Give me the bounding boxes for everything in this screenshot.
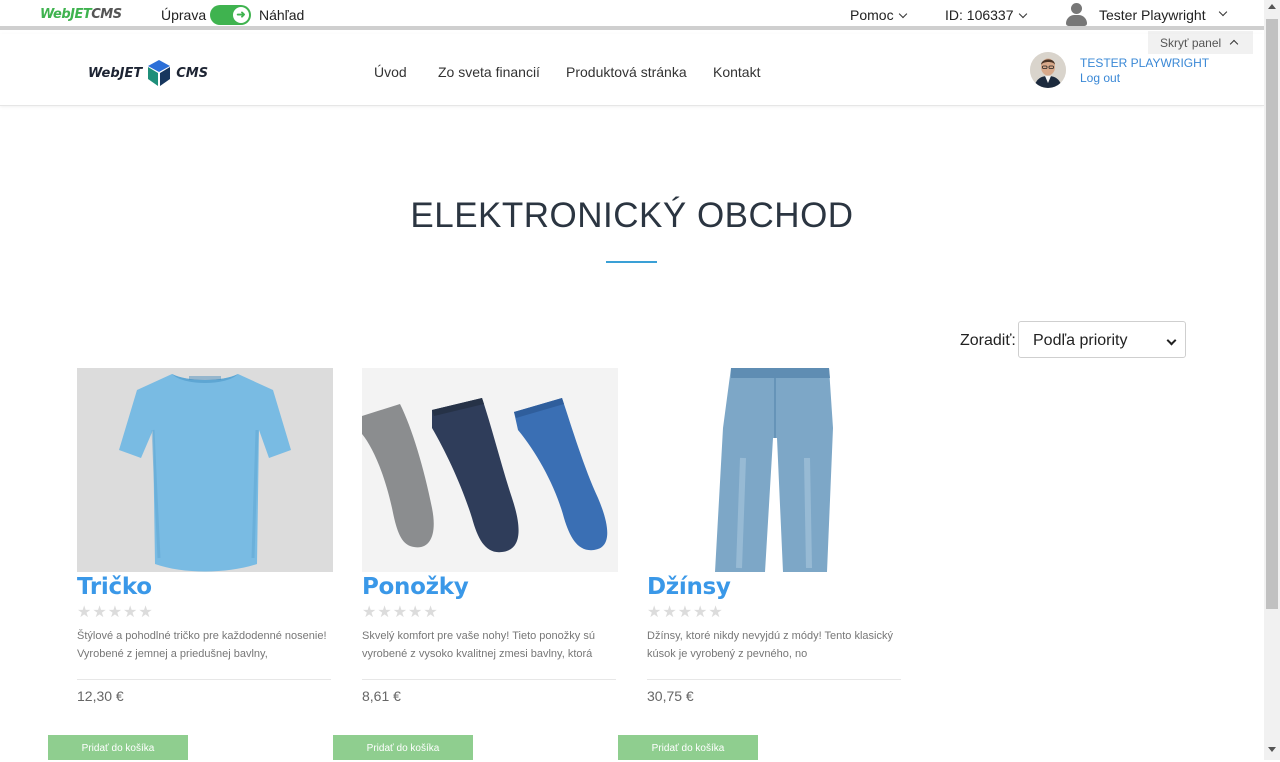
divider: [77, 679, 331, 680]
admin-toolbar: WebJETCMS Úprava ➜ Náhľad Pomoc ID: 1063…: [0, 0, 1264, 30]
sort-label: Zoradiť:: [960, 332, 1016, 349]
product-name[interactable]: Ponožky: [362, 574, 618, 600]
scroll-down-arrow-icon[interactable]: [1268, 747, 1276, 752]
product-image-tshirt[interactable]: [77, 368, 333, 572]
divider: [362, 679, 616, 680]
nav-link-uvod[interactable]: Úvod: [374, 64, 407, 80]
product-card: Tričko ★★★★★ Štýlové a pohodlné tričko p…: [77, 368, 333, 704]
site-logo-text-right: CMS: [176, 65, 209, 81]
chevron-down-icon: [1018, 9, 1027, 19]
product-image-jeans[interactable]: [647, 368, 903, 572]
nav-link-kontakt[interactable]: Kontakt: [713, 64, 760, 80]
add-to-cart-button[interactable]: Pridať do košíka: [48, 735, 188, 760]
rating-stars: ★★★★★: [77, 604, 154, 621]
edit-preview-toggle[interactable]: ➜: [210, 5, 251, 25]
rating-stars: ★★★★★: [362, 604, 439, 621]
user-menu-label: Tester Playwright: [1099, 6, 1206, 23]
help-menu[interactable]: Pomoc: [850, 7, 907, 23]
page-scrollbar[interactable]: [1264, 0, 1280, 760]
product-price: 8,61 €: [362, 688, 401, 704]
add-to-cart-button[interactable]: Pridať do košíka: [618, 735, 758, 760]
chevron-down-icon: [898, 9, 907, 19]
product-price: 12,30 €: [77, 688, 124, 704]
product-description: Skvelý komfort pre vaše nohy! Tieto pono…: [362, 630, 595, 660]
user-icon: [1066, 3, 1087, 26]
sort-selected-value: Podľa priority: [1033, 332, 1128, 349]
page-id-label: ID: 106337: [945, 7, 1014, 23]
user-avatar: [1030, 52, 1066, 88]
product-description: Džínsy, ktoré nikdy nevyjdú z módy! Tent…: [647, 630, 893, 660]
logo-text-green: WebJET: [40, 7, 92, 22]
site-logo-text-left: WebJET: [88, 65, 143, 81]
user-menu[interactable]: Tester Playwright: [1066, 3, 1227, 26]
page-title: ELEKTRONICKÝ OBCHOD: [410, 196, 854, 235]
rating-stars: ★★★★★: [647, 604, 724, 621]
product-price: 30,75 €: [647, 688, 694, 704]
product-name[interactable]: Tričko: [77, 574, 333, 600]
cube-logo-icon: [148, 60, 171, 86]
product-name[interactable]: Džínsy: [647, 574, 903, 600]
logout-link[interactable]: Log out: [1080, 71, 1120, 85]
product-card: Džínsy ★★★★★ Džínsy, ktoré nikdy nevyjdú…: [647, 368, 903, 704]
product-image-socks[interactable]: [362, 368, 618, 572]
product-card: Ponožky ★★★★★ Skvelý komfort pre vaše no…: [362, 368, 618, 704]
site-header: WebJET CMS Úvod Zo sveta financií Produk…: [0, 34, 1264, 106]
title-underline: [606, 261, 657, 263]
preview-mode-label[interactable]: Náhľad: [259, 7, 304, 23]
chevron-down-icon: [1218, 7, 1227, 16]
page-id-menu[interactable]: ID: 106337: [945, 7, 1027, 23]
arrow-right-icon: ➜: [233, 7, 249, 23]
chevron-down-icon: [1166, 335, 1177, 346]
user-name-link[interactable]: TESTER PLAYWRIGHT: [1080, 56, 1209, 70]
add-to-cart-button[interactable]: Pridať do košíka: [333, 735, 473, 760]
webjet-admin-logo[interactable]: WebJETCMS: [40, 7, 122, 22]
help-label: Pomoc: [850, 7, 894, 23]
product-description: Štýlové a pohodlné tričko pre každodenné…: [77, 630, 327, 660]
site-logo[interactable]: WebJET CMS: [88, 60, 208, 86]
nav-link-zo-sveta-financii[interactable]: Zo sveta financií: [438, 64, 540, 80]
edit-mode-label[interactable]: Úprava: [161, 7, 206, 23]
sort-select[interactable]: Podľa priority: [1018, 321, 1186, 358]
logo-text-gray: CMS: [91, 7, 122, 22]
nav-link-produktova-stranka[interactable]: Produktová stránka: [566, 64, 687, 80]
scroll-up-arrow-icon[interactable]: [1268, 4, 1276, 9]
scrollbar-thumb[interactable]: [1266, 19, 1278, 609]
divider: [647, 679, 901, 680]
